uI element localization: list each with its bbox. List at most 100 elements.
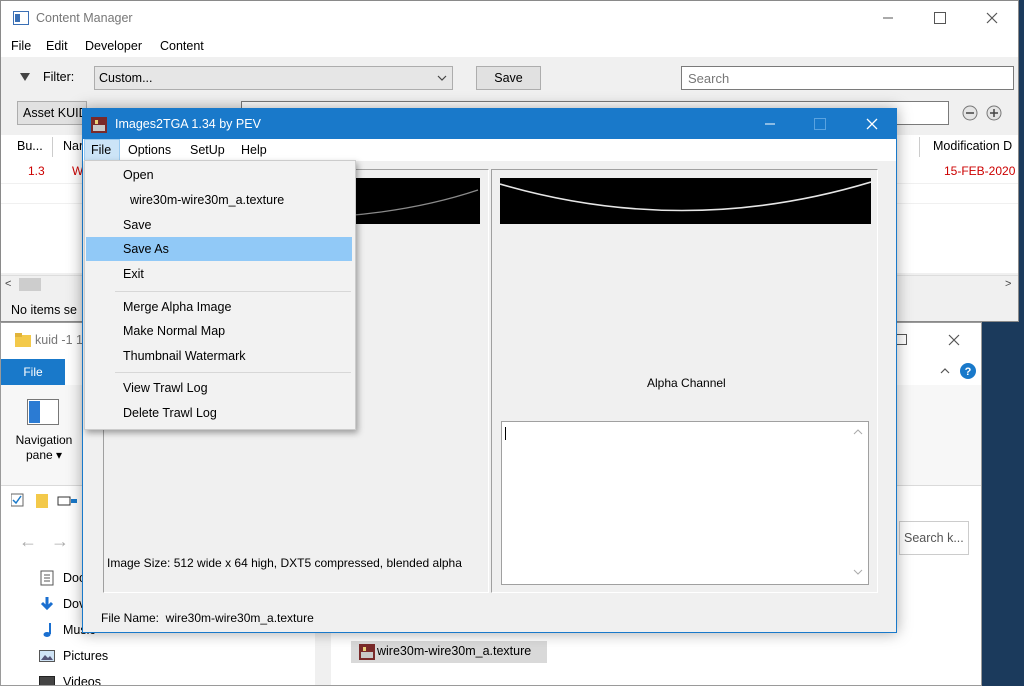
- menu-item-label: Delete Trawl Log: [123, 406, 217, 420]
- help-icon[interactable]: ?: [959, 362, 977, 380]
- menu-separator: [115, 372, 351, 373]
- menu-item-label: View Trawl Log: [123, 381, 208, 395]
- status-text: No items se: [11, 303, 77, 317]
- file-list-item-label: wire30m-wire30m_a.texture: [377, 644, 532, 658]
- scroll-thumb[interactable]: [19, 278, 41, 291]
- music-note-icon: [39, 622, 55, 638]
- quick-access-toolbar: [11, 491, 91, 511]
- explorer-search-placeholder: Search k...: [904, 531, 964, 545]
- explorer-search-box[interactable]: Search k...: [899, 521, 969, 555]
- filter-dropdown[interactable]: Custom...: [94, 66, 453, 90]
- menu-item-label: Thumbnail Watermark: [123, 349, 246, 363]
- scroll-right-icon[interactable]: >: [1005, 278, 1011, 290]
- menu-item-view-trawl-log[interactable]: View Trawl Log: [86, 376, 352, 400]
- filter-value: Custom...: [99, 71, 153, 85]
- images2tga-title: Images2TGA 1.34 by PEV: [115, 117, 261, 131]
- chevron-up-icon[interactable]: [939, 366, 951, 376]
- menu-file[interactable]: File: [11, 35, 31, 57]
- menu-item-save-as[interactable]: Save As: [86, 237, 352, 261]
- scroll-down-icon[interactable]: [853, 568, 863, 576]
- menu-separator: [115, 291, 351, 292]
- menu-item-save[interactable]: Save: [86, 213, 352, 237]
- nav-item-label: Pictures: [63, 649, 109, 663]
- back-arrow-icon[interactable]: ←: [19, 531, 37, 552]
- content-manager-title-bar[interactable]: Content Manager: [1, 1, 1018, 35]
- asset-kuid-dropdown[interactable]: Asset KUID: [17, 101, 87, 125]
- file-list-item[interactable]: wire30m-wire30m_a.texture: [351, 641, 547, 663]
- menu-options[interactable]: Options: [128, 139, 171, 161]
- chevron-down-icon: [437, 74, 447, 82]
- close-icon[interactable]: [865, 117, 879, 131]
- menu-item-merge-alpha-image[interactable]: Merge Alpha Image: [86, 295, 352, 319]
- menu-edit[interactable]: Edit: [46, 35, 68, 57]
- content-manager-title: Content Manager: [36, 11, 133, 25]
- menu-item-label: Make Normal Map: [123, 324, 226, 338]
- column-header-modification-date[interactable]: Modification D: [933, 139, 1012, 153]
- menu-item-open[interactable]: Open: [86, 163, 352, 187]
- content-manager-app-icon: [13, 11, 29, 25]
- maximize-icon[interactable]: [933, 11, 947, 25]
- minimize-icon[interactable]: [763, 117, 777, 131]
- images2tga-title-bar[interactable]: Images2TGA 1.34 by PEV: [83, 109, 896, 139]
- column-divider: [52, 137, 53, 157]
- restore-icon[interactable]: [895, 333, 909, 347]
- navigation-pane-button[interactable]: Navigation pane ▾: [7, 433, 81, 463]
- column-divider: [919, 137, 920, 157]
- menu-setup[interactable]: SetUp: [190, 139, 225, 161]
- menu-item-label: Save: [123, 218, 152, 232]
- close-icon[interactable]: [947, 333, 961, 347]
- file-name-text: File Name: wire30m-wire30m_a.texture: [101, 611, 314, 625]
- filter-funnel-icon: [20, 73, 30, 81]
- forward-arrow-icon[interactable]: →: [51, 531, 69, 552]
- images2tga-menu-bar: File Options SetUp Help: [83, 139, 896, 161]
- videos-icon: [39, 674, 55, 685]
- nav-item-videos[interactable]: Videos: [1, 669, 331, 685]
- menu-file[interactable]: File: [91, 139, 111, 161]
- add-circle-icon[interactable]: [986, 105, 1002, 121]
- row-modified: 15-FEB-2020: [944, 164, 1016, 178]
- nav-item-pictures[interactable]: Pictures: [1, 643, 331, 669]
- menu-item-recent-file[interactable]: wire30m-wire30m_a.texture: [86, 188, 352, 212]
- menu-item-delete-trawl-log[interactable]: Delete Trawl Log: [86, 401, 352, 425]
- menu-item-label: Save As: [123, 242, 169, 256]
- navigation-pane-icon[interactable]: [27, 399, 59, 425]
- scroll-up-icon[interactable]: [853, 428, 863, 436]
- menu-content[interactable]: Content: [160, 35, 204, 57]
- menu-item-exit[interactable]: Exit: [86, 262, 352, 286]
- scroll-left-icon[interactable]: <: [5, 278, 11, 290]
- filter-save-label: Save: [494, 71, 523, 85]
- column-header-build[interactable]: Bu...: [17, 139, 43, 153]
- pictures-icon: [39, 648, 55, 664]
- remove-circle-icon[interactable]: [962, 105, 978, 121]
- search-input[interactable]: Search: [681, 66, 1014, 90]
- image-size-text: Image Size: 512 wide x 64 high, DXT5 com…: [107, 556, 462, 570]
- log-textarea[interactable]: [501, 421, 869, 585]
- text-cursor: [505, 427, 506, 440]
- filter-label: Filter:: [43, 70, 75, 84]
- close-icon[interactable]: [985, 11, 999, 25]
- column-header-name[interactable]: Nar: [63, 139, 83, 153]
- filter-save-button[interactable]: Save: [476, 66, 541, 90]
- svg-text:?: ?: [965, 366, 972, 378]
- menu-item-make-normal-map[interactable]: Make Normal Map: [86, 319, 352, 343]
- menu-help[interactable]: Help: [241, 139, 267, 161]
- maximize-icon[interactable]: [813, 117, 827, 131]
- alpha-channel-panel: Alpha Channel: [491, 169, 878, 593]
- navigation-pane-label: Navigation pane: [15, 433, 73, 462]
- menu-item-thumbnail-watermark[interactable]: Thumbnail Watermark: [86, 344, 352, 368]
- download-arrow-icon: [39, 596, 55, 612]
- menu-item-label: Exit: [123, 267, 144, 281]
- file-menu-dropdown: Open wire30m-wire30m_a.texture Save Save…: [84, 160, 356, 430]
- ribbon-file-tab[interactable]: File: [1, 359, 65, 385]
- minimize-icon[interactable]: [881, 11, 895, 25]
- texture-file-icon: [359, 644, 375, 660]
- menu-item-label: Merge Alpha Image: [123, 300, 232, 314]
- content-manager-menu-bar: File Edit Developer Content: [1, 35, 1018, 57]
- menu-item-label: wire30m-wire30m_a.texture: [130, 193, 285, 207]
- menu-developer[interactable]: Developer: [85, 35, 142, 57]
- documents-icon: [39, 570, 55, 586]
- row-build: 1.3: [28, 164, 45, 178]
- menu-item-label: Open: [123, 168, 154, 182]
- images2tga-app-icon: [91, 117, 107, 133]
- search-placeholder: Search: [688, 71, 730, 86]
